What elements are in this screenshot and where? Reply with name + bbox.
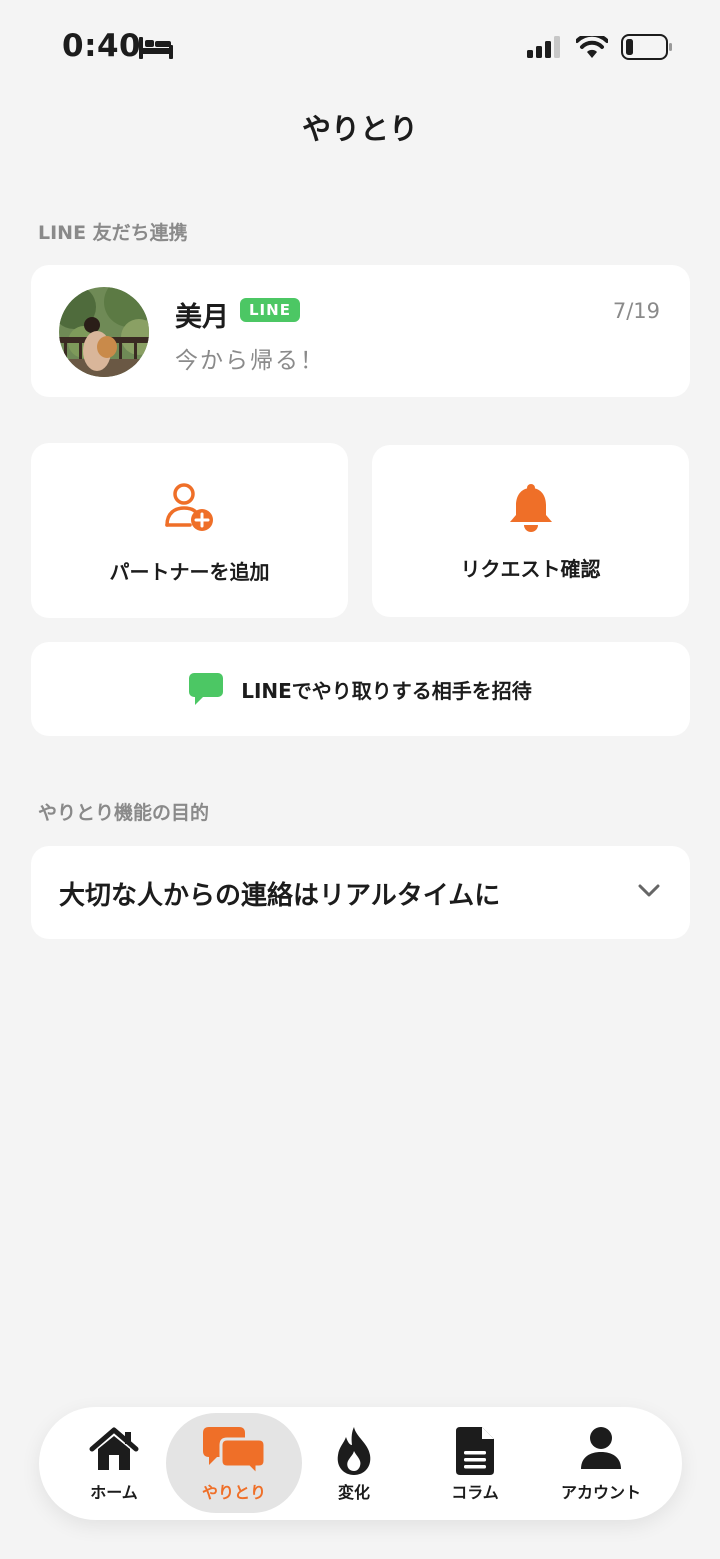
purpose-accordion-title: 大切な人からの連絡はリアルタイムに [59, 881, 501, 911]
tab-change[interactable]: 変化 [294, 1407, 414, 1520]
tab-account[interactable]: アカウント [541, 1407, 661, 1520]
line-friends-section-label: LINE 友だち連携 [38, 222, 188, 244]
tab-yaritori[interactable]: やりとり [166, 1407, 302, 1520]
purpose-section-label: やりとり機能の目的 [38, 802, 210, 824]
document-icon [456, 1427, 494, 1475]
status-time: 0:40 [62, 28, 142, 64]
tab-yaritori-label: やりとり [201, 1483, 266, 1502]
bottom-tab-bar: ホーム やりとり 変化 コラム アカウント [39, 1407, 682, 1520]
line-friend-card[interactable]: 美月 LINE 7/19 今から帰る！ [31, 265, 690, 397]
request-check-label: リクエスト確認 [460, 557, 601, 581]
line-badge: LINE [240, 298, 300, 322]
friend-name: 美月 [175, 302, 229, 333]
tab-home-label: ホーム [90, 1483, 138, 1502]
tab-column[interactable]: コラム [415, 1407, 535, 1520]
bell-icon [509, 484, 552, 532]
flame-icon [337, 1427, 371, 1475]
line-chat-icon [189, 673, 224, 705]
chat-bubbles-icon [203, 1427, 265, 1475]
friend-avatar [59, 287, 149, 377]
tab-home[interactable]: ホーム [54, 1407, 174, 1520]
page-title: やりとり [301, 112, 418, 146]
request-check-button[interactable]: リクエスト確認 [372, 445, 689, 617]
add-partner-button[interactable]: パートナーを追加 [31, 443, 348, 618]
tab-column-label: コラム [451, 1483, 499, 1502]
add-person-icon [164, 483, 213, 531]
person-icon [581, 1427, 621, 1469]
wifi-icon [576, 36, 608, 58]
chevron-down-icon [638, 884, 660, 897]
invite-line-button[interactable]: LINEでやり取りする相手を招待 [31, 642, 690, 736]
friend-last-date: 7/19 [612, 299, 660, 323]
cellular-signal-icon [527, 36, 560, 58]
battery-icon [621, 34, 672, 60]
bed-icon [139, 37, 173, 59]
purpose-accordion[interactable]: 大切な人からの連絡はリアルタイムに [31, 846, 690, 939]
friend-last-message: 今から帰る！ [175, 348, 325, 374]
home-icon [89, 1427, 139, 1470]
invite-line-label: LINEでやり取りする相手を招待 [241, 678, 532, 703]
tab-account-label: アカウント [560, 1483, 641, 1502]
tab-change-label: 変化 [337, 1483, 370, 1502]
add-partner-label: パートナーを追加 [109, 560, 270, 584]
